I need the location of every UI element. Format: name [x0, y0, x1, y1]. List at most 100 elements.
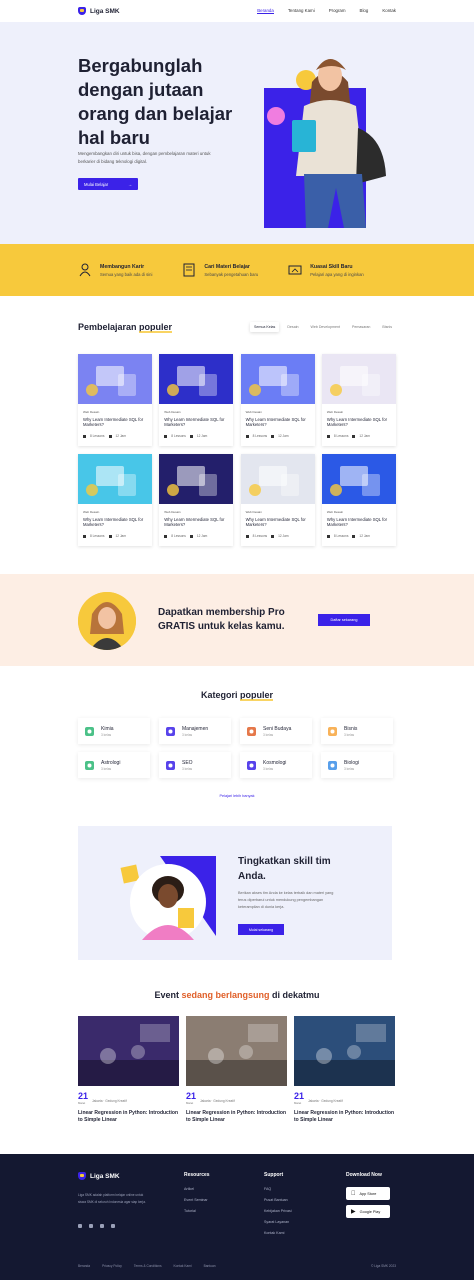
event-month: Maret: [186, 1101, 194, 1105]
brand-logo-icon: [78, 1172, 86, 1180]
footer-link[interactable]: Event Seminar: [184, 1198, 210, 1202]
feature-description: Pelajari apa yang di inginkan: [310, 271, 364, 277]
app-store-button[interactable]: App Store: [346, 1187, 390, 1200]
membership-text: Dapatkan membership Pro GRATIS untuk kel…: [158, 607, 285, 632]
event-date: 21 Maret Jakarta · Gedung Kreatif: [78, 1092, 179, 1106]
course-tabs: Semua Kelas Desain Web Development Pemas…: [249, 322, 396, 332]
course-card-body: Web Desain Why Learn Intermediate SQL for…: [241, 404, 315, 438]
facebook-icon[interactable]: [78, 1224, 82, 1228]
tab-web-development[interactable]: Web Development: [307, 322, 345, 332]
nav-link-blog[interactable]: Blog: [360, 8, 369, 14]
course-meta: 8 Lessons 12 Jam: [83, 534, 147, 538]
google-play-button[interactable]: ▶ Google Play: [346, 1205, 390, 1218]
learn-more-link[interactable]: Pelajari lebih banyak: [0, 794, 474, 798]
skill-icon: [288, 265, 302, 275]
footer-link[interactable]: Kontak Kami: [264, 1231, 292, 1235]
footer-bottom: Beranda Privacy Policy Terms & Condition…: [78, 1264, 396, 1268]
tab-all[interactable]: Semua Kelas: [249, 322, 280, 332]
footer-bottom-link[interactable]: Privacy Policy: [102, 1264, 122, 1268]
event-card[interactable]: 21 Maret Jakarta · Gedung Kreatif Linear Re…: [78, 1016, 179, 1124]
course-card-body: Web Desain Why Learn Intermediate SQL for…: [241, 504, 315, 538]
course-card[interactable]: Web Desain Why Learn Intermediate SQL for…: [321, 454, 396, 546]
event-title[interactable]: Linear Regression in Python: Introductio…: [78, 1110, 179, 1124]
google-play-label: Google Play: [359, 1209, 381, 1214]
category-item[interactable]: Biologi 3 kelas: [321, 752, 393, 778]
course-title[interactable]: Why Learn Intermediate SQL for Marketers…: [164, 517, 228, 528]
footer-link[interactable]: Tutorial: [184, 1209, 210, 1213]
register-now-button[interactable]: Daftar sekarang: [318, 614, 370, 626]
category-item[interactable]: Bisnis 3 kelas: [321, 718, 393, 744]
course-category: Web Desain: [83, 510, 100, 514]
footer-bottom-link[interactable]: Terms & Conditions: [134, 1264, 162, 1268]
event-month: Maret: [294, 1101, 302, 1105]
footer-link[interactable]: FAQ: [264, 1187, 292, 1191]
course-title[interactable]: Why Learn Intermediate SQL for Marketers…: [83, 417, 147, 428]
course-title[interactable]: Why Learn Intermediate SQL for Marketers…: [246, 417, 310, 428]
footer-bottom-link[interactable]: Beranda: [78, 1264, 90, 1268]
course-meta: 8 Lessons 12 Jam: [326, 534, 391, 538]
course-card[interactable]: Web Desain Why Learn Intermediate SQL for…: [78, 354, 152, 446]
course-title[interactable]: Why Learn Intermediate SQL for Marketers…: [327, 417, 391, 428]
category-grid: Kimia 3 kelas Manajemen 3 kelas Seni Budaya 3…: [78, 718, 396, 778]
start-now-button[interactable]: Mulai sekarang: [238, 924, 284, 935]
category-item[interactable]: Manajemen 3 kelas: [159, 718, 231, 744]
course-title[interactable]: Why Learn Intermediate SQL for Marketers…: [246, 517, 310, 528]
course-category: Web Desain: [164, 510, 181, 514]
course-card[interactable]: Web Desain Why Learn Intermediate SQL for…: [240, 454, 315, 546]
footer-link[interactable]: Kebijakan Privasi: [264, 1209, 292, 1213]
clock-icon: [189, 434, 193, 438]
category-item[interactable]: SEO 3 kelas: [159, 752, 231, 778]
nav-links: Beranda Tentang Kami Program Blog Kontak: [257, 8, 396, 14]
event-title[interactable]: Linear Regression in Python: Introductio…: [186, 1110, 287, 1124]
twitter-icon[interactable]: [89, 1224, 93, 1228]
course-card[interactable]: Web Desain Why Learn Intermediate SQL for…: [321, 354, 396, 446]
clock-icon: [271, 534, 275, 538]
category-item[interactable]: Kimia 3 kelas: [78, 718, 150, 744]
course-lessons: 8 Lessons: [171, 434, 186, 438]
footer-about: Liga SMK adalah platform belajar online …: [78, 1193, 146, 1204]
event-card[interactable]: 21 Maret Jakarta · Gedung Kreatif Linear Re…: [294, 1016, 395, 1124]
instagram-icon[interactable]: [100, 1224, 104, 1228]
course-title[interactable]: Why Learn Intermediate SQL for Marketers…: [327, 517, 391, 528]
nav-link-program[interactable]: Program: [329, 8, 346, 14]
category-item[interactable]: Seni Budaya 3 kelas: [240, 718, 312, 744]
course-card[interactable]: Web Desain Why Learn Intermediate SQL for…: [159, 354, 234, 446]
nav-link-beranda[interactable]: Beranda: [257, 8, 274, 14]
course-lessons: 8 Lessons: [333, 534, 349, 538]
category-item[interactable]: Kosmologi 3 kelas: [240, 752, 312, 778]
courses-header: Pembelajaran populer Semua Kelas Desain …: [78, 322, 396, 332]
course-card-body: Web Desain Why Learn Intermediate SQL for…: [159, 504, 233, 538]
nav-link-kontak[interactable]: Kontak: [382, 8, 396, 14]
footer-bottom-link[interactable]: Kontak Kami: [174, 1264, 192, 1268]
lesson-icon: [164, 534, 168, 538]
team-description: Berikan akses tim Anda ke kelas terbaik …: [238, 891, 334, 910]
footer-support-title: Support: [264, 1172, 284, 1178]
course-title[interactable]: Why Learn Intermediate SQL for Marketers…: [83, 517, 147, 528]
course-lessons: 8 Lessons: [252, 534, 268, 538]
events-title-highlight: sedang berlangsung: [181, 990, 270, 1000]
course-title[interactable]: Why Learn Intermediate SQL for Marketers…: [164, 417, 228, 428]
features-strip: Membangun Karir Semua yang baik ada di s…: [0, 244, 474, 296]
course-card[interactable]: Web Desain Why Learn Intermediate SQL for…: [78, 454, 152, 546]
app-store-label: App Store: [355, 1191, 377, 1196]
event-title[interactable]: Linear Regression in Python: Introductio…: [294, 1110, 395, 1124]
brand-logo[interactable]: Liga SMK: [78, 7, 120, 15]
course-duration: 12 Jam: [278, 434, 289, 438]
course-card[interactable]: Web Desain Why Learn Intermediate SQL for…: [159, 454, 234, 546]
clock-icon: [108, 434, 112, 438]
event-card[interactable]: 21 Maret Jakarta · Gedung Kreatif Linear Re…: [186, 1016, 287, 1124]
tab-design[interactable]: Desain: [283, 322, 302, 332]
footer-bottom-link[interactable]: Bantuan: [204, 1264, 216, 1268]
youtube-icon[interactable]: [111, 1224, 115, 1228]
footer-link[interactable]: Syarat Layanan: [264, 1220, 292, 1224]
footer-link[interactable]: Pusat Bantuan: [264, 1198, 292, 1202]
tab-marketing[interactable]: Pemasaran: [348, 322, 374, 332]
nav-link-tentang[interactable]: Tentang Kami: [288, 8, 315, 14]
tab-business[interactable]: Bisnis: [378, 322, 396, 332]
start-learning-button[interactable]: Mulai Belajar →: [78, 178, 138, 190]
category-item[interactable]: Astrologi 3 kelas: [78, 752, 150, 778]
course-card[interactable]: Web Desain Why Learn Intermediate SQL for…: [240, 354, 315, 446]
hero-description: Mengembangkan diri untuk bisa, dengan pe…: [78, 151, 211, 164]
footer-link[interactable]: Artikel: [184, 1187, 210, 1191]
footer-logo[interactable]: Liga SMK: [78, 1172, 120, 1180]
